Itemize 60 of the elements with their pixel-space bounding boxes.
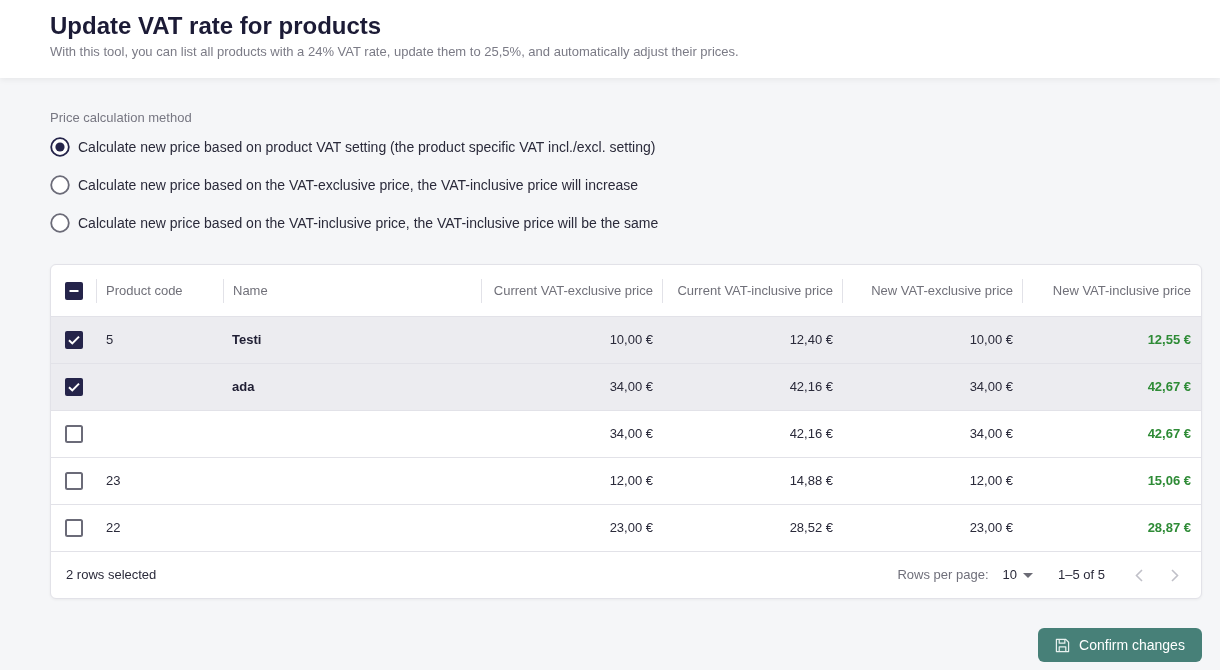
product-name: Testi — [232, 331, 262, 349]
product-code-text: 22 — [106, 519, 121, 537]
radio-button[interactable] — [50, 175, 70, 195]
column-header[interactable]: Current VAT-exclusive price — [482, 281, 662, 300]
table-row[interactable]: 5 Testi 10,00 € 12,40 € 10,00 € 12,55 € — [51, 317, 1201, 364]
table-row[interactable]: 23 12,00 € 14,88 € 12,00 € 15,06 € — [51, 458, 1201, 505]
radio-button[interactable] — [50, 213, 70, 233]
new-price-text: 42,67 € — [1147, 425, 1191, 443]
price-text: 34,00 € — [609, 425, 653, 443]
price-text: 23,00 € — [969, 519, 1013, 537]
confirm-button[interactable]: Confirm changes — [1038, 628, 1202, 662]
checkbox[interactable] — [65, 331, 83, 349]
price-text: 14,88 € — [789, 472, 833, 490]
new-price-text: 12,55 € — [1147, 331, 1191, 349]
rows-per-page-select[interactable]: 10 — [1002, 565, 1033, 585]
selection-count: 2 rows selected — [66, 566, 157, 585]
checkbox[interactable] — [65, 378, 83, 396]
product-code-text: 23 — [106, 472, 121, 490]
new-price-text: 28,87 € — [1147, 519, 1191, 537]
column-header[interactable]: New VAT-exclusive price — [843, 281, 1022, 300]
checkbox[interactable] — [65, 425, 83, 443]
checkbox[interactable] — [65, 472, 83, 490]
price-text: 42,16 € — [789, 425, 833, 443]
product-name: ada — [232, 378, 255, 396]
table-row[interactable]: 34,00 € 42,16 € 34,00 € 42,67 € — [51, 411, 1201, 458]
caret-down-icon — [1023, 572, 1033, 578]
radio-button[interactable] — [50, 137, 70, 157]
table-row[interactable]: ada 34,00 € 42,16 € 34,00 € 42,67 € — [51, 364, 1201, 411]
price-text: 42,16 € — [789, 378, 833, 396]
product-code-text: 5 — [106, 331, 114, 349]
price-text: 12,40 € — [789, 331, 833, 349]
price-text: 10,00 € — [609, 331, 653, 349]
table-row[interactable]: 22 23,00 € 28,52 € 23,00 € 28,87 € — [51, 505, 1201, 552]
new-price-text: 15,06 € — [1147, 472, 1191, 490]
radio-label[interactable]: Calculate new price based on product VAT setting (the product specific VAT incl./excl. setting) — [78, 137, 656, 157]
chevron-left-icon — [1135, 568, 1143, 582]
column-header[interactable]: Name — [224, 281, 481, 300]
checkbox[interactable] — [65, 519, 83, 537]
price-text: 10,00 € — [969, 331, 1013, 349]
column-header[interactable]: New VAT-inclusive price — [1023, 281, 1201, 300]
chevron-right-icon — [1171, 568, 1179, 582]
pagination-range: 1–5 of 5 — [1058, 566, 1105, 585]
new-price-text: 42,67 € — [1147, 378, 1191, 396]
price-text: 23,00 € — [609, 519, 653, 537]
section-label: Price calculation method — [50, 109, 193, 127]
page-description: With this tool, you can list all products with a 24% VAT rate, update them to 25,5%, and automatically adjust their prices. — [50, 43, 740, 61]
radio-label[interactable]: Calculate new price based on the VAT-exclusive price, the VAT-inclusive price will increase — [78, 175, 638, 195]
radio-label[interactable]: Calculate new price based on the VAT-inclusive price, the VAT-inclusive price will be the same — [78, 213, 659, 233]
column-header[interactable]: Current VAT-inclusive price — [663, 281, 842, 300]
price-text: 28,52 € — [789, 519, 833, 537]
rows-per-page-label: Rows per page: — [897, 566, 989, 585]
price-text: 34,00 € — [609, 378, 653, 396]
column-header[interactable]: Product code — [97, 281, 223, 300]
price-text: 12,00 € — [609, 472, 653, 490]
price-text: 12,00 € — [969, 472, 1013, 490]
price-text: 34,00 € — [969, 425, 1013, 443]
price-text: 34,00 € — [969, 378, 1013, 396]
save-icon — [1055, 637, 1071, 653]
page-title: Update VAT rate for products — [50, 11, 383, 41]
checkbox[interactable] — [65, 281, 83, 300]
